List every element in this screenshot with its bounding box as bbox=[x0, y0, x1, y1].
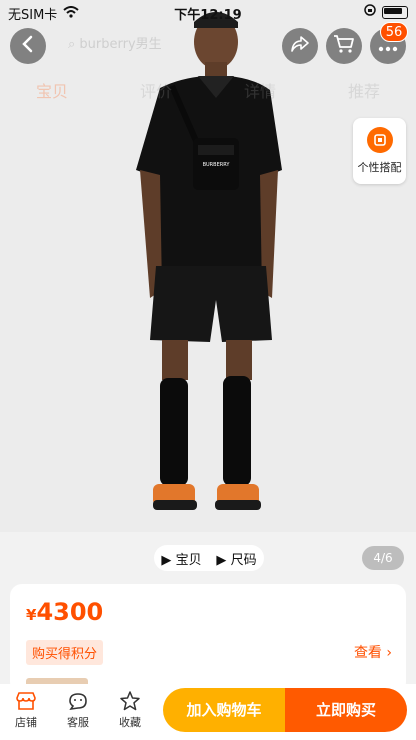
section-tabs: 宝贝 评价 详情 推荐 bbox=[0, 78, 416, 104]
product-price: ¥4300 bbox=[26, 598, 103, 626]
chat-face-icon bbox=[58, 690, 98, 712]
style-match-button[interactable]: 个性搭配 bbox=[353, 118, 406, 184]
view-link[interactable]: 查看 › bbox=[354, 642, 392, 662]
cart-button[interactable] bbox=[326, 28, 362, 64]
svg-text:BURBERRY: BURBERRY bbox=[203, 162, 231, 168]
points-tag: 购买得积分 bbox=[26, 640, 104, 665]
media-item-tab[interactable]: ▶ 宝贝 bbox=[161, 549, 201, 568]
image-pager: 4/6 bbox=[362, 546, 404, 570]
add-to-cart-button[interactable]: 加入购物车 bbox=[163, 688, 285, 732]
favorite-button[interactable]: 收藏 bbox=[110, 690, 150, 730]
star-icon bbox=[110, 690, 150, 712]
chevron-right-icon: › bbox=[386, 645, 392, 661]
cart-icon bbox=[333, 34, 355, 58]
search-placeholder: burberry男生 bbox=[79, 37, 162, 52]
share-button[interactable] bbox=[282, 28, 318, 64]
style-match-icon bbox=[366, 127, 393, 153]
shop-button[interactable]: 店铺 bbox=[6, 690, 46, 730]
media-size-label: 尺码 bbox=[230, 552, 257, 568]
style-match-label: 个性搭配 bbox=[357, 161, 402, 174]
buy-now-button[interactable]: 立即购买 bbox=[285, 688, 407, 732]
tab-recommend[interactable]: 推荐 bbox=[348, 78, 380, 104]
chevron-left-icon bbox=[21, 35, 35, 57]
search-icon: ⌕ bbox=[68, 37, 76, 52]
status-time: 下午12:19 bbox=[174, 8, 242, 23]
view-link-label: 查看 bbox=[353, 645, 382, 661]
favorite-label: 收藏 bbox=[119, 716, 141, 729]
shop-label: 店铺 bbox=[15, 716, 37, 729]
price-card: ¥4300 购买得积分 查看 › bbox=[10, 584, 406, 694]
shop-icon bbox=[6, 690, 46, 712]
message-count-badge: 56 bbox=[380, 22, 408, 42]
service-label: 客服 bbox=[67, 716, 89, 729]
media-size-tab[interactable]: ▶ 尺码 bbox=[216, 549, 256, 568]
battery-icon bbox=[382, 5, 408, 19]
price-value: 4300 bbox=[36, 598, 104, 626]
media-item-label: 宝贝 bbox=[175, 552, 202, 568]
back-button[interactable] bbox=[10, 28, 46, 64]
tab-details[interactable]: 详情 bbox=[244, 78, 276, 104]
status-bar: 无SIM卡 下午12:19 bbox=[0, 0, 416, 24]
currency-symbol: ¥ bbox=[26, 606, 37, 624]
tab-reviews[interactable]: 评价 bbox=[140, 78, 172, 104]
tab-item[interactable]: 宝贝 bbox=[36, 78, 68, 104]
bottom-action-bar: 店铺 客服 收藏 加入购物车 立即购买 bbox=[0, 684, 416, 740]
search-input[interactable]: ⌕ burberry男生 bbox=[58, 30, 280, 60]
lock-rotation-icon bbox=[364, 4, 376, 20]
media-switch: ▶ 宝贝 ▶ 尺码 bbox=[154, 545, 264, 571]
customer-service-button[interactable]: 客服 bbox=[58, 690, 98, 730]
share-icon bbox=[290, 35, 310, 57]
